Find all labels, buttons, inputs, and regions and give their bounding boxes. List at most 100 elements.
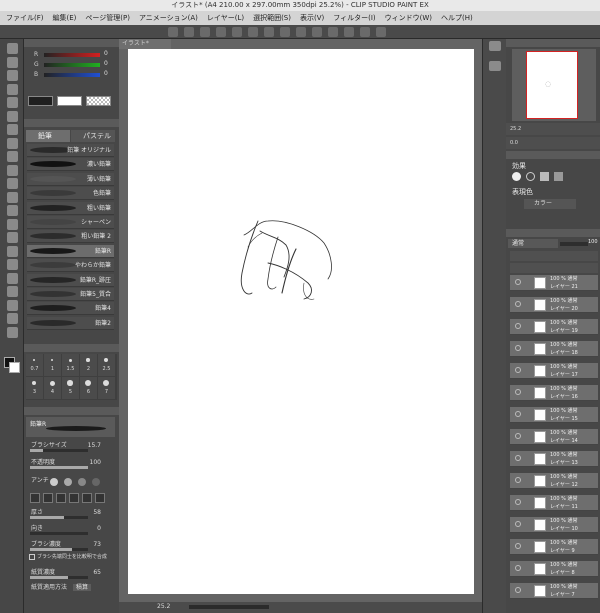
balloon-tool-icon[interactable] [7, 313, 18, 324]
eye-icon[interactable] [515, 565, 521, 571]
brush-item[interactable]: 粗い鉛筆 2 [27, 230, 114, 244]
tab-pencil[interactable]: 鉛筆 [26, 130, 70, 142]
eye-icon[interactable] [515, 279, 521, 285]
show-selection-icon[interactable] [312, 27, 322, 37]
prop-density[interactable]: ブラシ濃度 73 [24, 539, 119, 553]
layer-row[interactable]: 100 % 通常 レイヤー 15 [510, 407, 598, 423]
open-file-icon[interactable] [184, 27, 194, 37]
menu-item[interactable]: 編集(E) [53, 13, 77, 23]
layer-row[interactable]: 100 % 通常 レイヤー 18 [510, 341, 598, 357]
correction-tool-icon[interactable] [7, 326, 18, 338]
invert-selection-icon[interactable] [296, 27, 306, 37]
expression-color-select[interactable]: カラー [524, 199, 576, 209]
brush-item[interactable]: 鉛筆2 [27, 316, 114, 330]
eye-icon[interactable] [515, 433, 521, 439]
redo-icon[interactable] [232, 27, 242, 37]
info-icon[interactable] [376, 27, 386, 37]
frame-tool-icon[interactable] [7, 272, 18, 284]
undo-icon[interactable] [216, 27, 226, 37]
brush-item[interactable]: 鉛筆R_跡圧 [27, 273, 114, 287]
tool-sub-color-icon[interactable] [9, 362, 20, 373]
status-zoom-slider[interactable] [189, 605, 269, 609]
layer-row[interactable]: 100 % 通常 レイヤー 20 [510, 297, 598, 313]
navigator-controls[interactable]: 25.2 [506, 123, 600, 135]
decoration-tool-icon[interactable] [7, 191, 18, 203]
menu-item[interactable]: ヘルプ(H) [441, 13, 473, 23]
new-file-icon[interactable] [168, 27, 178, 37]
menu-item[interactable]: 表示(V) [300, 13, 324, 23]
brush-item[interactable]: 色鉛筆 [27, 187, 114, 201]
blend-tool-icon[interactable] [7, 218, 18, 230]
selection-tool-icon[interactable] [7, 97, 18, 108]
brush-item[interactable]: シャーペン [27, 216, 114, 229]
brush-item[interactable]: 粗い鉛筆 [27, 201, 114, 215]
prop-paper-density[interactable]: 紙質濃度 65 [24, 567, 119, 581]
prop-antialias[interactable]: アンチ [24, 475, 119, 489]
prop-thickness[interactable]: 厚さ 58 [24, 507, 119, 521]
brush-size-cell[interactable]: 2 [80, 354, 97, 376]
brush-size-cell[interactable]: 7 [98, 377, 115, 399]
eye-icon[interactable] [515, 367, 521, 373]
ruler-icon[interactable] [328, 27, 338, 37]
navigator-rotation-controls[interactable]: 0.0 [506, 137, 600, 149]
move-layer-tool-icon[interactable] [7, 83, 18, 95]
brush-size-cell[interactable]: 1.5 [62, 354, 79, 376]
fill-tool-icon[interactable] [7, 232, 18, 243]
brush-size-cell[interactable]: 3 [26, 377, 43, 399]
eyedropper-tool-icon[interactable] [7, 124, 18, 135]
folder-icon[interactable] [489, 41, 501, 51]
canvas-tab[interactable]: イラスト* [119, 39, 171, 49]
text-tool-icon[interactable] [7, 299, 18, 311]
menu-item[interactable]: フィルター(I) [333, 13, 375, 23]
effect-extract-icon[interactable] [526, 172, 535, 181]
eye-icon[interactable] [515, 389, 521, 395]
operation-tool-icon[interactable] [7, 70, 18, 81]
eye-icon[interactable] [515, 499, 521, 505]
snap-icon[interactable] [344, 27, 354, 37]
brush-item[interactable]: 薄い鉛筆 [27, 172, 114, 186]
eye-icon[interactable] [515, 455, 521, 461]
checkbox-icon[interactable] [29, 553, 35, 560]
deselect-icon[interactable] [280, 27, 290, 37]
canvas-paper[interactable] [128, 49, 474, 594]
brush-size-cell[interactable]: 2.5 [98, 354, 115, 376]
brush-item[interactable]: 鉛筆 オリジナル [27, 144, 114, 157]
main-color-swatch[interactable] [28, 96, 53, 106]
eraser-tool-icon[interactable] [7, 205, 18, 216]
figure-tool-icon[interactable] [7, 259, 18, 270]
brush-size-cell[interactable]: 4 [44, 377, 61, 399]
eye-icon[interactable] [515, 345, 521, 351]
eye-icon[interactable] [515, 543, 521, 549]
prop-direction[interactable]: 向き 0 [24, 523, 119, 537]
pencil-tool-icon[interactable] [7, 151, 18, 162]
prop-paper-apply[interactable]: 紙質適用方法 積算 [31, 582, 117, 592]
effect-border-icon[interactable] [512, 172, 521, 181]
eye-icon[interactable] [515, 411, 521, 417]
menu-item[interactable]: 選択範囲(S) [253, 13, 291, 23]
layer-row[interactable]: 100 % 通常 レイヤー 7 [510, 583, 598, 599]
auto-select-tool-icon[interactable] [7, 110, 18, 122]
layer-row[interactable]: 100 % 通常 レイヤー 8 [510, 561, 598, 577]
brush-item[interactable]: やわらか鉛筆 [27, 259, 114, 273]
layer-row[interactable]: 100 % 通常 レイヤー 21 [510, 275, 598, 291]
layer-row[interactable]: 100 % 通常 レイヤー 10 [510, 517, 598, 533]
layer-row[interactable]: 100 % 通常 レイヤー 12 [510, 473, 598, 489]
menu-item[interactable]: ページ管理(P) [85, 13, 130, 23]
ruler-tool-icon[interactable] [7, 286, 18, 297]
prop-paper-apply-value[interactable]: 積算 [72, 584, 91, 591]
antialias-none-icon[interactable] [50, 478, 58, 486]
brush-item[interactable]: 鉛筆R [27, 244, 114, 258]
antialias-strong-icon[interactable] [92, 478, 100, 486]
prop-opacity[interactable]: 不透明度 100 [24, 457, 119, 471]
effect-color-icon[interactable] [554, 172, 563, 181]
zoom-tool-icon[interactable] [7, 43, 18, 54]
eye-icon[interactable] [515, 477, 521, 483]
color-r-slider[interactable] [44, 53, 100, 57]
layer-row[interactable]: 100 % 通常 レイヤー 11 [510, 495, 598, 511]
brush-item[interactable]: 鉛筆5_質合 [27, 288, 114, 301]
status-zoom-value[interactable]: 25.2 [157, 603, 170, 610]
menu-item[interactable]: レイヤー(L) [207, 13, 244, 23]
brush-tool-icon[interactable] [7, 164, 18, 176]
layer-opacity-slider[interactable] [560, 242, 588, 246]
color-g-slider[interactable] [44, 63, 100, 67]
